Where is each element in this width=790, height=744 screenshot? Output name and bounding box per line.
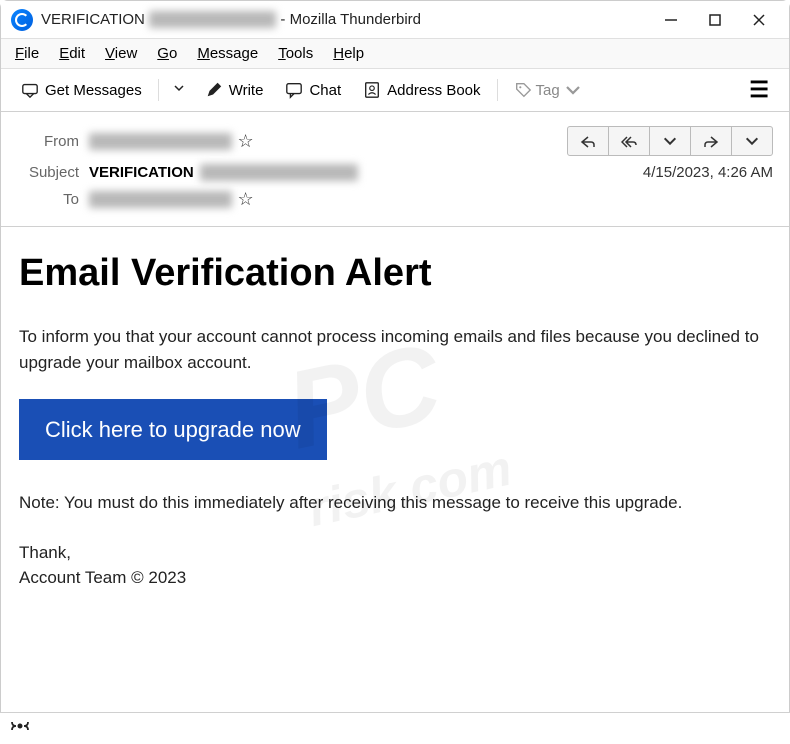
to-value-redacted: xxxxxxxxxxxxxxxxxxx	[89, 191, 232, 208]
statusbar	[0, 712, 790, 744]
get-messages-label: Get Messages	[45, 82, 142, 99]
maximize-button[interactable]	[703, 8, 727, 32]
titlebar: VERIFICATION xxxxxxxxxxxxxxxxx - Mozilla…	[1, 1, 789, 39]
email-thank: Thank,	[19, 540, 771, 566]
forward-button[interactable]	[690, 126, 732, 156]
app-menu-button[interactable]: ☰	[741, 77, 777, 103]
star-to-button[interactable]: ☆	[238, 189, 254, 210]
minimize-button[interactable]	[659, 8, 683, 32]
title-redacted: xxxxxxxxxxxxxxxxx	[149, 11, 277, 28]
write-label: Write	[229, 82, 264, 99]
write-button[interactable]: Write	[197, 77, 272, 103]
get-messages-button[interactable]: Get Messages	[13, 77, 150, 103]
toolbar: Get Messages Write Chat Address Book Tag…	[1, 69, 789, 112]
menu-help[interactable]: Help	[333, 45, 364, 62]
message-headers: From xxxxxxxxxxxxxxxxxxx ☆ Subject VERIF…	[1, 112, 789, 227]
message-date: 4/15/2023, 4:26 AM	[643, 164, 773, 181]
get-messages-chevron[interactable]	[167, 77, 191, 103]
separator	[497, 79, 498, 101]
title-prefix: VERIFICATION	[41, 11, 145, 28]
pencil-icon	[205, 81, 223, 99]
menu-file[interactable]: File	[15, 45, 39, 62]
star-from-button[interactable]: ☆	[238, 131, 254, 152]
menubar: File Edit View Go Message Tools Help	[1, 39, 789, 69]
connection-status-icon[interactable]	[10, 718, 30, 734]
close-button[interactable]	[747, 8, 771, 32]
address-book-icon	[363, 81, 381, 99]
more-actions-chevron[interactable]	[731, 126, 773, 156]
chat-label: Chat	[309, 82, 341, 99]
upgrade-now-button[interactable]: Click here to upgrade now	[19, 399, 327, 460]
tag-icon	[514, 81, 532, 99]
subject-redacted: xxxxxxxxxxxxxxxxxxx	[200, 164, 359, 181]
reply-all-button[interactable]	[608, 126, 650, 156]
address-book-button[interactable]: Address Book	[355, 77, 488, 103]
chevron-down-icon	[564, 81, 582, 99]
chat-button[interactable]: Chat	[277, 77, 349, 103]
menu-tools[interactable]: Tools	[278, 45, 313, 62]
tag-button[interactable]: Tag	[506, 77, 590, 103]
thunderbird-icon	[11, 9, 33, 31]
chevron-down-icon	[173, 82, 185, 94]
address-book-label: Address Book	[387, 82, 480, 99]
menu-message[interactable]: Message	[197, 45, 258, 62]
download-cloud-icon	[21, 81, 39, 99]
reply-button[interactable]	[567, 126, 609, 156]
email-title: Email Verification Alert	[19, 245, 771, 302]
menu-view[interactable]: View	[105, 45, 137, 62]
tag-label: Tag	[536, 82, 560, 99]
reply-all-chevron[interactable]	[649, 126, 691, 156]
to-label: To	[17, 191, 79, 208]
message-body: PC risk.com Email Verification Alert To …	[1, 227, 789, 609]
subject-value: VERIFICATION	[89, 164, 194, 181]
email-note: Note: You must do this immediately after…	[19, 490, 771, 516]
email-signature: Account Team © 2023	[19, 565, 771, 591]
subject-label: Subject	[17, 164, 79, 181]
title-suffix: - Mozilla Thunderbird	[280, 11, 421, 28]
from-label: From	[17, 133, 79, 150]
menu-edit[interactable]: Edit	[59, 45, 85, 62]
separator	[158, 79, 159, 101]
window-title: VERIFICATION xxxxxxxxxxxxxxxxx - Mozilla…	[41, 11, 659, 28]
from-value-redacted: xxxxxxxxxxxxxxxxxxx	[89, 133, 232, 150]
email-paragraph: To inform you that your account cannot p…	[19, 324, 771, 375]
chat-icon	[285, 81, 303, 99]
message-actions	[567, 126, 773, 156]
menu-go[interactable]: Go	[157, 45, 177, 62]
